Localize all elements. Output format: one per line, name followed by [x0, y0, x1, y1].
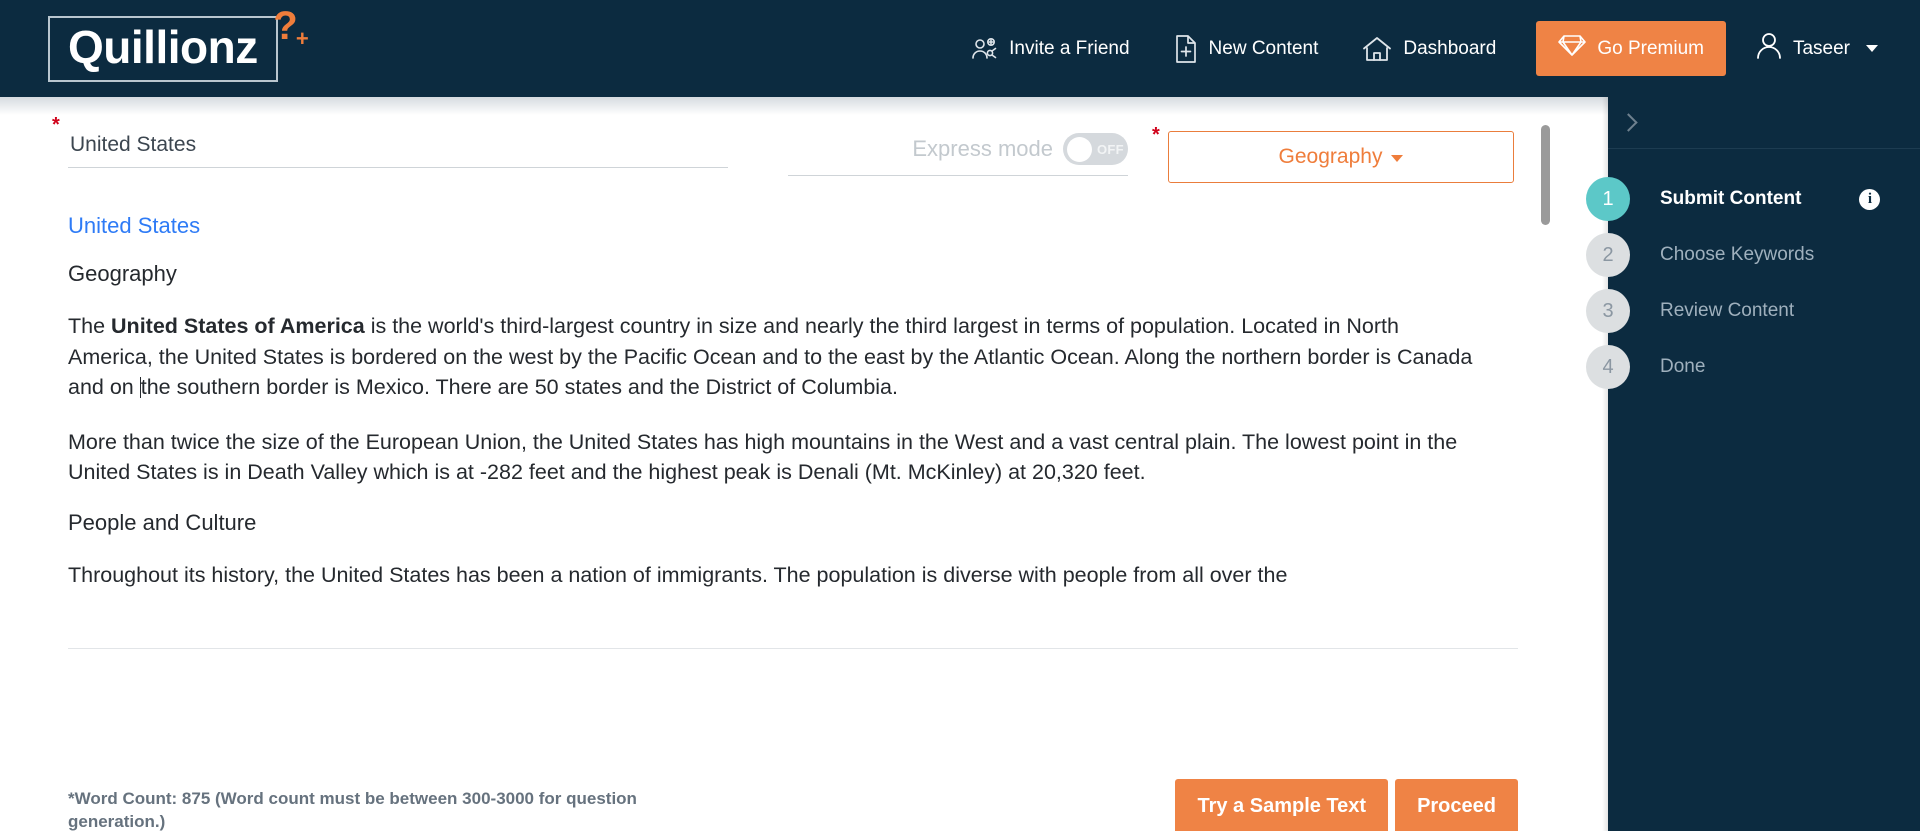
form-top-row: * Express mode OFF * Geography [0, 97, 1608, 183]
plus-icon: + [295, 25, 309, 51]
editor-heading-people-and-culture: People and Culture [68, 509, 257, 535]
toggle-knob [1067, 136, 1092, 162]
page-body: * Express mode OFF * Geography United St… [0, 97, 1920, 831]
category-field-group: * Geography [1152, 121, 1514, 183]
step-number-badge: 3 [1586, 289, 1630, 333]
scrollbar-thumb[interactable] [1541, 125, 1550, 225]
step-label: Choose Keywords [1660, 244, 1815, 265]
nav-label: Invite a Friend [1009, 37, 1130, 59]
nav-label: New Content [1208, 37, 1319, 59]
sidebar-step-choose-keywords[interactable]: 2 Choose Keywords [1586, 227, 1920, 283]
chevron-down-icon [1866, 45, 1878, 52]
step-label: Submit Content [1660, 188, 1802, 209]
footer-buttons: Try a Sample Text Proceed [1175, 777, 1518, 831]
proceed-button[interactable]: Proceed [1395, 779, 1518, 831]
workflow-sidebar: 1 Submit Content i 2 Choose Keywords 3 R… [1586, 97, 1920, 831]
express-mode-label: Express mode [912, 136, 1053, 161]
editor-footer: *Word Count: 875 (Word count must be bet… [0, 777, 1608, 831]
nav-dashboard[interactable]: Dashboard [1340, 36, 1518, 62]
home-icon [1362, 36, 1392, 62]
content-editor[interactable]: United States Geography The United State… [0, 199, 1608, 649]
toggle-state-label: OFF [1097, 141, 1124, 157]
main-panel: * Express mode OFF * Geography United St… [0, 97, 1608, 831]
info-icon[interactable]: i [1859, 188, 1881, 210]
express-mode-group: Express mode OFF [788, 121, 1128, 176]
go-premium-label: Go Premium [1597, 37, 1704, 59]
sidebar-step-submit-content[interactable]: 1 Submit Content i [1586, 171, 1920, 227]
go-premium-button[interactable]: Go Premium [1536, 21, 1726, 76]
file-plus-icon [1174, 34, 1198, 63]
editor-doc-link[interactable]: United States [68, 199, 1518, 239]
required-asterisk: * [1152, 124, 1160, 146]
sidebar-step-done[interactable]: 4 Done [1586, 339, 1920, 395]
content-title-input[interactable] [68, 121, 728, 168]
editor-paragraph-3: Throughout its history, the United State… [68, 562, 1288, 587]
try-sample-text-button[interactable]: Try a Sample Text [1175, 779, 1389, 831]
user-menu[interactable]: Taseer [1738, 32, 1892, 65]
step-label: Done [1660, 356, 1706, 377]
step-label: Review Content [1660, 300, 1795, 321]
nav-label: Dashboard [1403, 37, 1497, 59]
step-number-badge: 1 [1586, 177, 1630, 221]
title-field-group: * [52, 115, 728, 168]
step-number-badge: 4 [1586, 345, 1630, 389]
app-logo[interactable]: Quillionz ? + [48, 6, 309, 82]
word-count-block: *Word Count: 875 (Word count must be bet… [68, 777, 688, 831]
sidebar-header [1608, 97, 1920, 149]
editor-scrollbar[interactable] [1541, 125, 1550, 547]
category-selected-value: Geography [1278, 145, 1383, 168]
step-number-badge: 2 [1586, 233, 1630, 277]
nav-new-content[interactable]: New Content [1152, 34, 1341, 63]
category-dropdown[interactable]: Geography [1168, 131, 1514, 183]
user-plus-icon [970, 37, 998, 61]
workflow-steps: 1 Submit Content i 2 Choose Keywords 3 R… [1586, 149, 1920, 395]
logo-text: Quillionz [68, 20, 258, 73]
diamond-icon [1558, 34, 1587, 63]
editor-bottom-divider [68, 648, 1518, 649]
header-nav: Invite a Friend New Content Dashboard Go… [948, 0, 1892, 97]
p1-bold: United States of America [111, 314, 365, 338]
nav-invite-a-friend[interactable]: Invite a Friend [948, 37, 1151, 61]
p1-tail: the southern border is Mexico. There are… [140, 375, 898, 400]
chevron-down-icon [1391, 155, 1404, 162]
required-asterisk: * [52, 114, 60, 136]
express-mode-toggle[interactable]: OFF [1063, 133, 1128, 165]
app-header: Quillionz ? + Invite a Friend New Conten… [0, 0, 1920, 97]
question-mark-icon: ? [273, 3, 298, 48]
user-name-label: Taseer [1792, 37, 1850, 59]
sidebar-step-review-content[interactable]: 3 Review Content [1586, 283, 1920, 339]
editor-heading-geography: Geography [68, 261, 177, 286]
person-icon [1756, 32, 1782, 65]
editor-paragraph-2: More than twice the size of the European… [68, 429, 1458, 485]
editor-paragraph-1: The United States of America is the worl… [68, 287, 1486, 403]
word-count-note: *Word Count: 875 (Word count must be bet… [68, 789, 637, 831]
chevron-right-icon[interactable] [1619, 113, 1638, 132]
p1-pre: The [68, 314, 112, 338]
